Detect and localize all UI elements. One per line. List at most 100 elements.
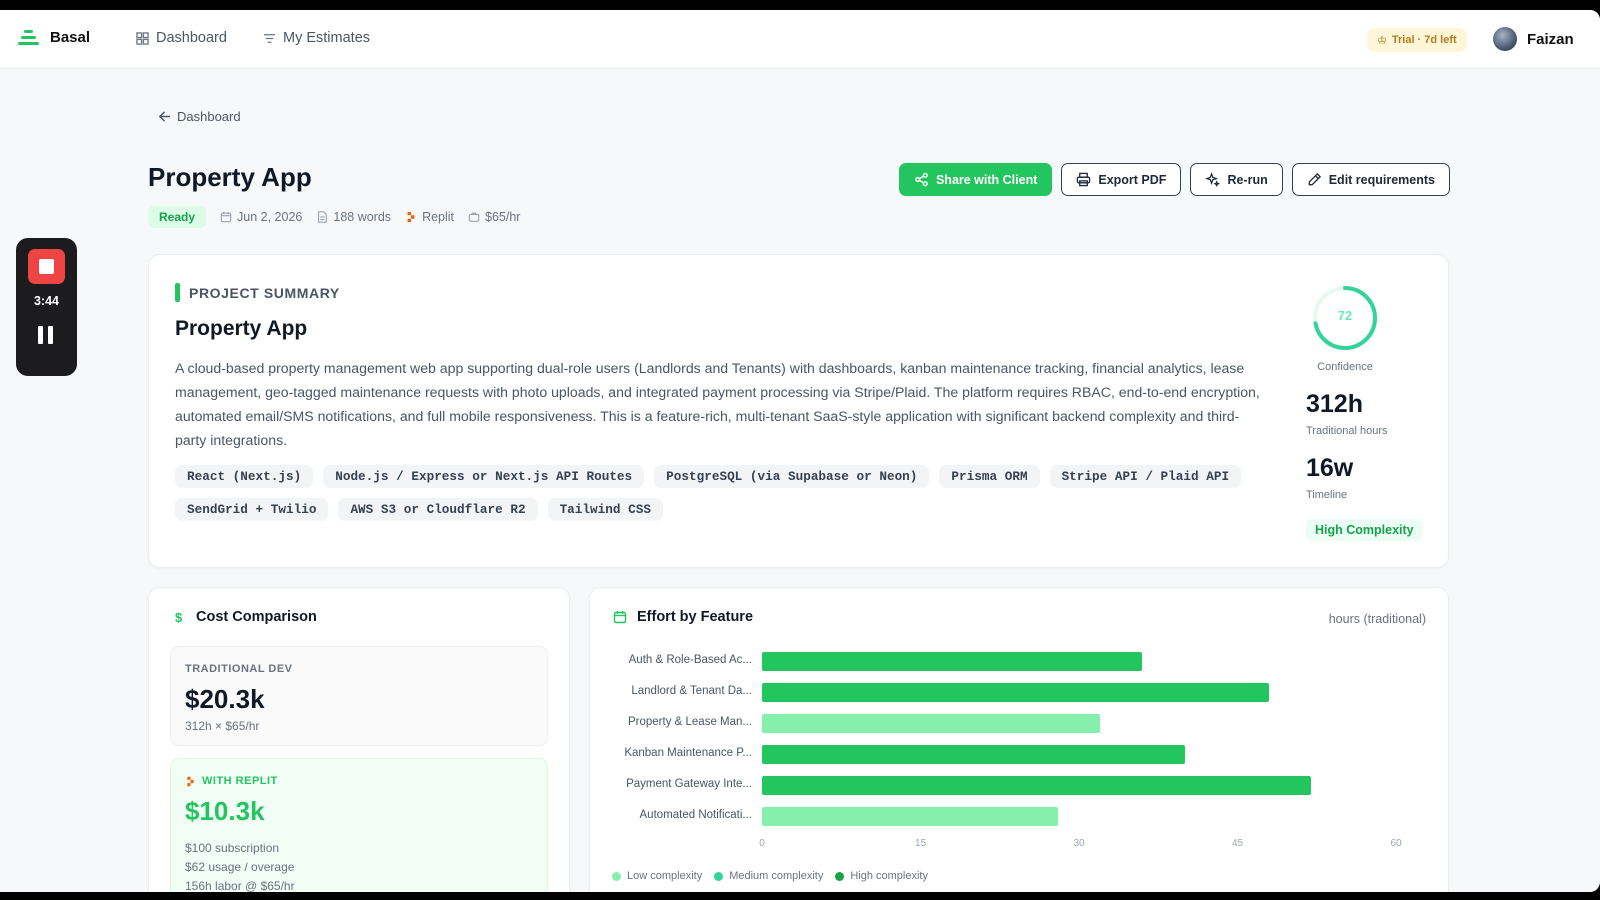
chart-legend: Low complexity Medium complexity High co… — [612, 870, 928, 882]
bar[interactable] — [762, 683, 1270, 702]
breadcrumb-label: Dashboard — [177, 109, 241, 124]
pencil-icon — [1308, 172, 1321, 186]
meta-platform: Replit — [405, 210, 454, 224]
edit-requirements-button[interactable]: Edit requirements — [1291, 163, 1450, 196]
stop-recording-button[interactable] — [28, 249, 65, 284]
tech-tag: PostgreSQL (via Supabase or Neon) — [654, 465, 930, 488]
brand-name: Basal — [50, 28, 91, 46]
export-pdf-button[interactable]: Export PDF — [1061, 163, 1182, 196]
x-tick-label: 30 — [1073, 838, 1085, 849]
briefcase-icon — [468, 212, 480, 222]
meta-rate: $65/hr — [468, 210, 520, 224]
top-nav: Basal Dashboard My Estimates ♔ Trial · 7… — [0, 10, 1600, 69]
legend-dot — [835, 871, 845, 881]
user-menu[interactable]: Faizan — [1493, 27, 1574, 51]
re-run-button-label: Re-run — [1227, 172, 1268, 187]
bar[interactable] — [762, 714, 1101, 733]
legend-dot — [612, 871, 621, 881]
screen-recorder: 3:44 — [16, 238, 77, 376]
share-with-client-button[interactable]: Share with Client — [898, 163, 1053, 196]
estimate-meta: Ready Jun 2, 2026 188 words Replit $65/h… — [148, 206, 520, 228]
bar[interactable] — [762, 745, 1185, 764]
confidence-label: Confidence — [1317, 361, 1373, 373]
traditional-detail: 312h × $65/hr — [185, 719, 260, 733]
pause-icon[interactable] — [38, 326, 54, 344]
edit-button-label: Edit requirements — [1328, 172, 1435, 187]
bar-label: Property & Lease Man... — [627, 716, 752, 728]
bar-label: Automated Notificati... — [639, 809, 753, 821]
project-summary-card: PROJECT SUMMARY Property App A cloud-bas… — [148, 254, 1449, 568]
bar[interactable] — [762, 652, 1143, 671]
sparkles-icon — [1205, 172, 1221, 187]
traditional-hours-label: Traditional hours — [1306, 425, 1388, 437]
stop-icon — [39, 259, 54, 274]
brand-logo-icon — [18, 28, 40, 46]
card-title: Effort by Feature — [637, 609, 754, 625]
svg-text:$: $ — [175, 610, 183, 624]
nav-link-my-estimates[interactable]: My Estimates — [263, 30, 370, 46]
timeline-value: 16w — [1306, 454, 1354, 482]
recording-timer: 3:44 — [33, 294, 60, 308]
tech-stack-tags: React (Next.js) Node.js / Express or Next… — [175, 465, 1255, 521]
effort-unit: hours (traditional) — [1328, 612, 1426, 626]
grid-icon — [136, 31, 149, 45]
trial-badge[interactable]: ♔ Trial · 7d left — [1367, 28, 1467, 52]
bar-label: Kanban Maintenance P... — [624, 747, 752, 759]
legend-label: Medium complexity — [729, 870, 824, 882]
nav-link-dashboard[interactable]: Dashboard — [136, 30, 227, 46]
bar-label: Payment Gateway Inte... — [626, 778, 752, 790]
brand[interactable]: Basal — [18, 28, 90, 46]
replit-icon — [187, 776, 194, 786]
tech-tag: React (Next.js) — [175, 465, 314, 488]
bar-label: Landlord & Tenant Da... — [631, 685, 752, 697]
summary-description: A cloud-based property management web ap… — [175, 360, 1260, 448]
filter-icon — [263, 33, 276, 43]
nav-link-label: My Estimates — [283, 30, 371, 46]
tech-tag: Stripe API / Plaid API — [1049, 465, 1242, 488]
card-title: Cost Comparison — [196, 609, 317, 625]
share-icon — [915, 172, 928, 187]
header-actions: Share with Client Export PDF Re-run Edit… — [898, 163, 1450, 196]
export-button-label: Export PDF — [1098, 172, 1167, 187]
meta-words-value: 188 words — [333, 210, 392, 224]
share-button-label: Share with Client — [935, 172, 1038, 187]
cost-comparison-card: $ Cost Comparison TRADITIONAL DEV $20.3k… — [148, 587, 570, 892]
x-tick-label: 0 — [759, 838, 765, 849]
traditional-cost-box: TRADITIONAL DEV $20.3k 312h × $65/hr — [170, 646, 548, 746]
complexity-badge: High Complexity — [1306, 519, 1423, 541]
replit-label: WITH REPLIT — [185, 775, 278, 787]
traditional-hours-value: 312h — [1306, 390, 1363, 418]
legend-item-low: Low complexity — [612, 870, 702, 882]
x-tick-label: 45 — [1231, 838, 1244, 849]
summary-title: Property App — [175, 317, 308, 340]
section-label: PROJECT SUMMARY — [175, 283, 340, 302]
legend-label: High complexity — [850, 870, 928, 882]
timeline-label: Timeline — [1306, 489, 1348, 501]
replit-amount: $10.3k — [185, 796, 265, 826]
avatar — [1493, 27, 1517, 51]
breadcrumb[interactable]: Dashboard — [158, 109, 241, 124]
bar[interactable] — [762, 807, 1058, 826]
user-name: Faizan — [1527, 30, 1574, 48]
legend-label: Low complexity — [627, 870, 703, 882]
replit-line: $100 subscription — [185, 841, 280, 855]
re-run-button[interactable]: Re-run — [1190, 163, 1283, 196]
x-tick-label: 15 — [914, 838, 927, 849]
replit-cost-box: WITH REPLIT $10.3k $100 subscription $62… — [170, 758, 548, 892]
calendar-icon — [220, 211, 232, 223]
replit-label-text: WITH REPLIT — [202, 775, 278, 787]
replit-line: 156h labor @ $65/hr — [185, 879, 295, 892]
x-tick-label: 60 — [1390, 838, 1402, 849]
section-label-text: PROJECT SUMMARY — [189, 284, 340, 301]
card-header: Effort by Feature — [613, 609, 753, 625]
legend-item-high: High complexity — [835, 870, 928, 882]
page-title: Property App — [148, 162, 312, 192]
status-badge: Ready — [148, 206, 207, 228]
bar[interactable] — [762, 776, 1312, 795]
legend-item-medium: Medium complexity — [714, 870, 823, 882]
trial-badge-label: Trial · 7d left — [1391, 34, 1457, 46]
meta-words: 188 words — [316, 210, 391, 224]
traditional-label: TRADITIONAL DEV — [185, 663, 293, 675]
tech-tag: Node.js / Express or Next.js API Routes — [323, 465, 645, 488]
calendar-icon — [613, 611, 627, 624]
